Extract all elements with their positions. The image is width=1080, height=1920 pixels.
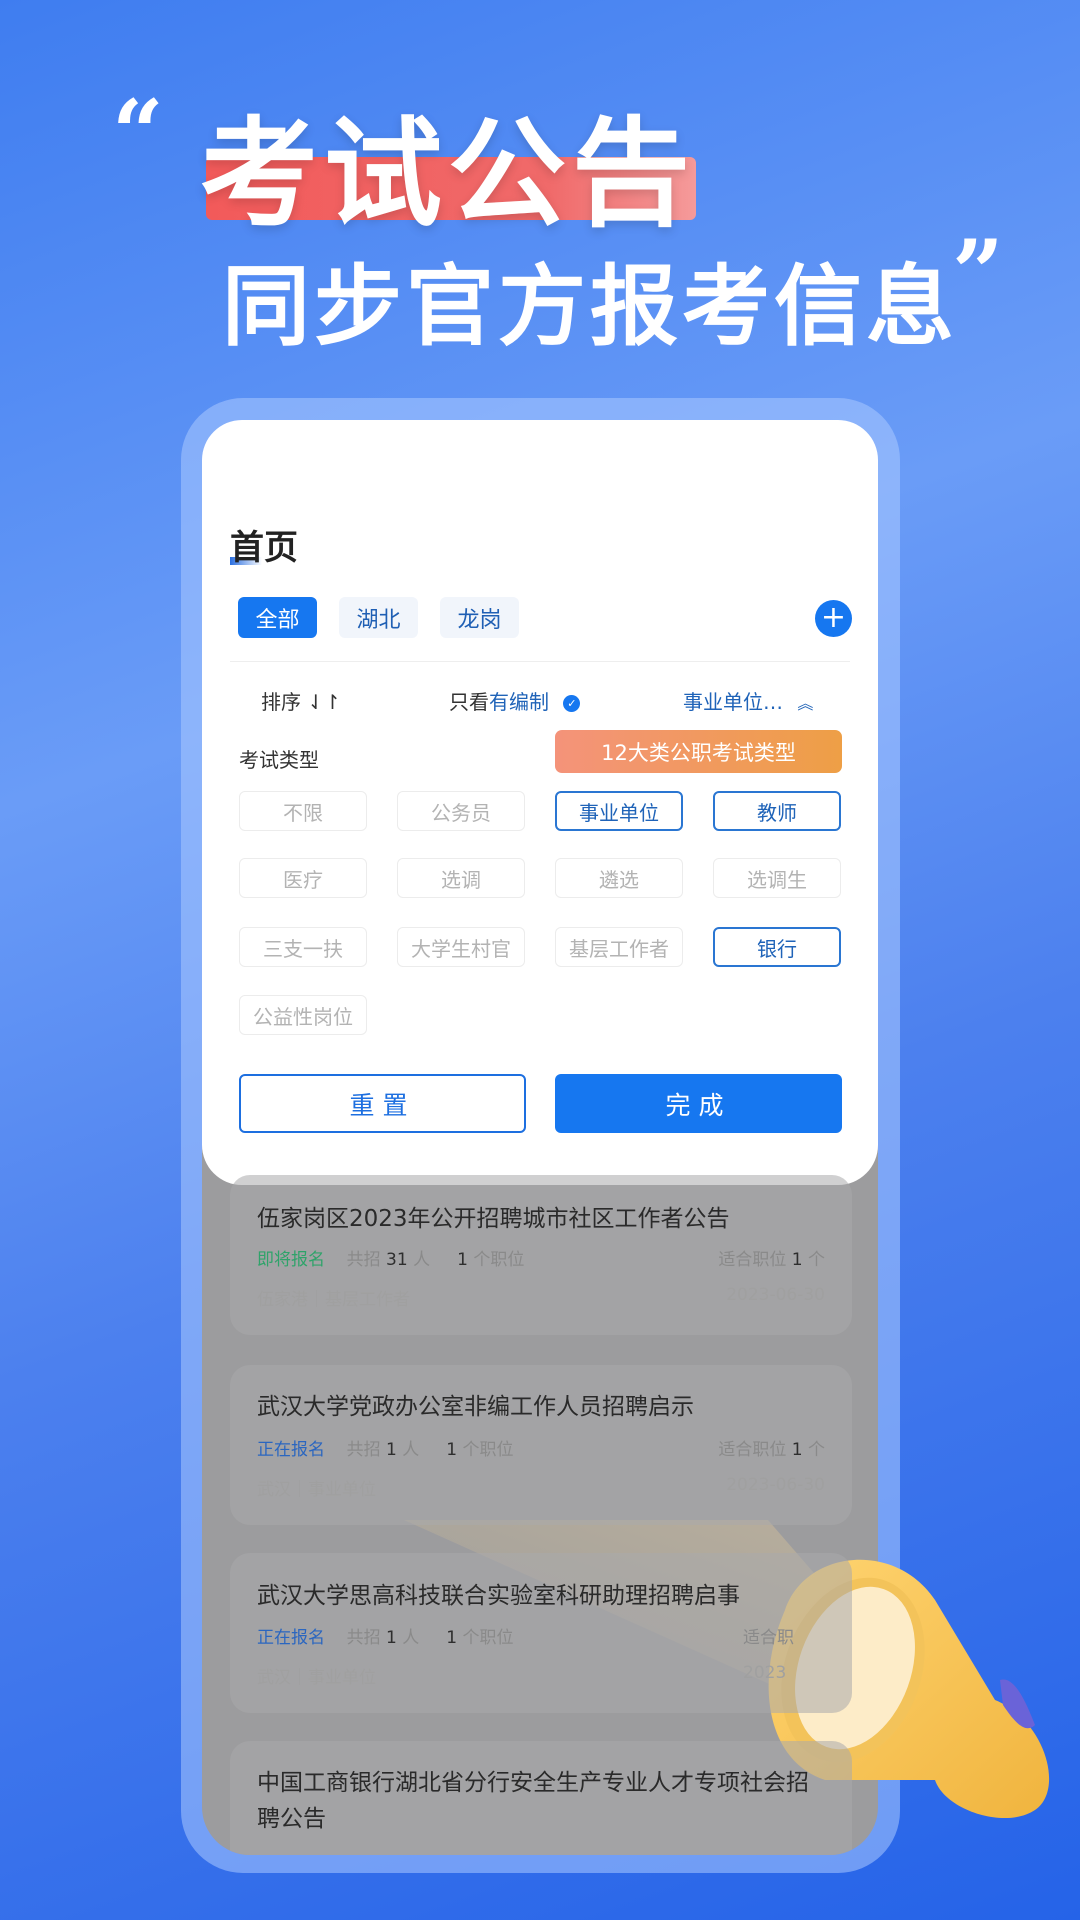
done-button[interactable]: 完成 <box>555 1074 842 1133</box>
only-staffed-toggle[interactable]: 只看有编制 ✓ <box>449 686 581 715</box>
exam-type-option[interactable]: 医疗 <box>239 858 367 898</box>
category-dropdown[interactable]: 事业单位… ︽ <box>683 686 813 715</box>
listing-card[interactable]: 武汉大学党政办公室非编工作人员招聘启示 正在报名 共招 1 人 1 个职位 适合… <box>230 1365 852 1525</box>
listing-date: 2023 <box>743 1663 787 1683</box>
filter-popup: 首页 全部 湖北 龙岗 + 排序 ⇃↾ 只看有编制 ✓ 事业单位… ︽ 考试类型… <box>202 420 878 1185</box>
exam-type-option[interactable]: 遴选 <box>555 858 683 898</box>
listing-meta: 即将报名 共招 31 人 1 个职位 适合职位 1 个 <box>257 1245 825 1270</box>
page-title: 首页 <box>230 528 298 568</box>
listing-sub: 武汉｜事业单位 2023 <box>257 1663 825 1688</box>
exam-type-option[interactable]: 银行 <box>713 927 841 967</box>
listing-sub: 武汉｜事业单位 2023-06-30 <box>257 1475 825 1500</box>
banner-title: 考试公告 <box>200 105 697 243</box>
only-value: 有编制 <box>489 690 549 714</box>
exam-types-badge: 12大类公职考试类型 <box>555 730 842 773</box>
listing-date: 2023-06-30 <box>726 1475 825 1495</box>
category-value: 事业单位… <box>683 690 783 714</box>
fit-unit: 个 <box>808 1440 825 1460</box>
exam-type-label: 考试类型 <box>239 748 319 772</box>
chevron-up-icon: ︽ <box>797 694 814 713</box>
status-badge: 正在报名 <box>257 1440 325 1460</box>
recruit-label: 共招 <box>346 1440 381 1460</box>
fit-count: 1 <box>791 1250 803 1270</box>
exam-type-option[interactable]: 三支一扶 <box>239 927 367 967</box>
listing-sub: 伍家港｜基层工作者 2023-06-30 <box>257 1285 825 1310</box>
listing-title: 武汉大学思高科技联合实验室科研助理招聘启事 <box>257 1583 740 1609</box>
recruit-unit: 人 <box>413 1250 431 1270</box>
tab-hubei[interactable]: 湖北 <box>339 597 418 638</box>
listing-title: 中国工商银行湖北省分行安全生产专业人才专项社会招聘公告 <box>257 1770 809 1832</box>
only-prefix: 只看 <box>449 690 489 714</box>
listing-meta: 正在报名 共招 1 人 1 个职位 适合职位 1 个 <box>257 1435 825 1460</box>
exam-type-option[interactable]: 公益性岗位 <box>239 995 367 1035</box>
recruit-unit: 人 <box>402 1440 420 1460</box>
exam-type-option[interactable]: 公务员 <box>397 791 525 831</box>
tab-all[interactable]: 全部 <box>238 597 317 638</box>
exam-type-option[interactable]: 不限 <box>239 791 367 831</box>
positions-unit: 个职位 <box>473 1250 525 1270</box>
reset-button[interactable]: 重置 <box>239 1074 526 1133</box>
exam-type-option[interactable]: 选调 <box>397 858 525 898</box>
plus-circle-icon[interactable]: + <box>815 600 852 637</box>
recruit-label: 共招 <box>346 1250 381 1270</box>
divider <box>230 661 850 662</box>
exam-type-option[interactable]: 选调生 <box>713 858 841 898</box>
check-circle-icon: ✓ <box>563 695 581 712</box>
fit-unit: 个 <box>808 1250 825 1270</box>
fit-count: 1 <box>791 1440 803 1460</box>
fit-label: 适合职位 <box>718 1440 787 1460</box>
open-quote: “ <box>112 80 164 186</box>
recruit-label: 共招 <box>346 1628 381 1648</box>
positions-unit: 个职位 <box>462 1628 514 1648</box>
status-badge: 正在报名 <box>257 1628 325 1648</box>
positions-count: 1 <box>446 1628 458 1648</box>
listing-card[interactable]: 武汉大学思高科技联合实验室科研助理招聘启事 正在报名 共招 1 人 1 个职位 … <box>230 1553 852 1713</box>
exam-type-option[interactable]: 基层工作者 <box>555 927 683 967</box>
sort-button[interactable]: 排序 ⇃↾ <box>261 686 341 715</box>
exam-type-option[interactable]: 大学生村官 <box>397 927 525 967</box>
banner-subtitle: 同步官方报考信息 <box>222 255 959 358</box>
status-badge: 即将报名 <box>257 1250 325 1270</box>
positions-unit: 个职位 <box>462 1440 514 1460</box>
listing-title: 武汉大学党政办公室非编工作人员招聘启示 <box>257 1394 694 1420</box>
close-quote: ” <box>952 220 1004 326</box>
fit-label: 适合职位 <box>718 1250 787 1270</box>
listing-meta: 正在报名 共招 1 人 1 个职位 适合职 <box>257 1623 825 1648</box>
exam-type-option[interactable]: 教师 <box>713 791 841 831</box>
recruit-unit: 人 <box>402 1628 420 1648</box>
exam-type-option[interactable]: 事业单位 <box>555 791 683 831</box>
listing-location: 武汉｜事业单位 <box>257 1668 376 1688</box>
listing-location: 武汉｜事业单位 <box>257 1480 376 1500</box>
fit-label: 适合职 <box>743 1628 794 1648</box>
recruit-count: 1 <box>386 1440 397 1460</box>
positions-count: 1 <box>446 1440 458 1460</box>
listing-card[interactable]: 伍家岗区2023年公开招聘城市社区工作者公告 即将报名 共招 31 人 1 个职… <box>230 1175 852 1335</box>
recruit-count: 1 <box>386 1628 397 1648</box>
positions-count: 1 <box>457 1250 468 1270</box>
tab-longgang[interactable]: 龙岗 <box>440 597 519 638</box>
listing-location: 伍家港｜基层工作者 <box>257 1290 410 1310</box>
listing-date: 2023-06-30 <box>726 1285 825 1305</box>
recruit-count: 31 <box>386 1250 408 1270</box>
listing-card[interactable]: 中国工商银行湖北省分行安全生产专业人才专项社会招聘公告 <box>230 1741 852 1855</box>
listing-title: 伍家岗区2023年公开招聘城市社区工作者公告 <box>257 1206 730 1232</box>
